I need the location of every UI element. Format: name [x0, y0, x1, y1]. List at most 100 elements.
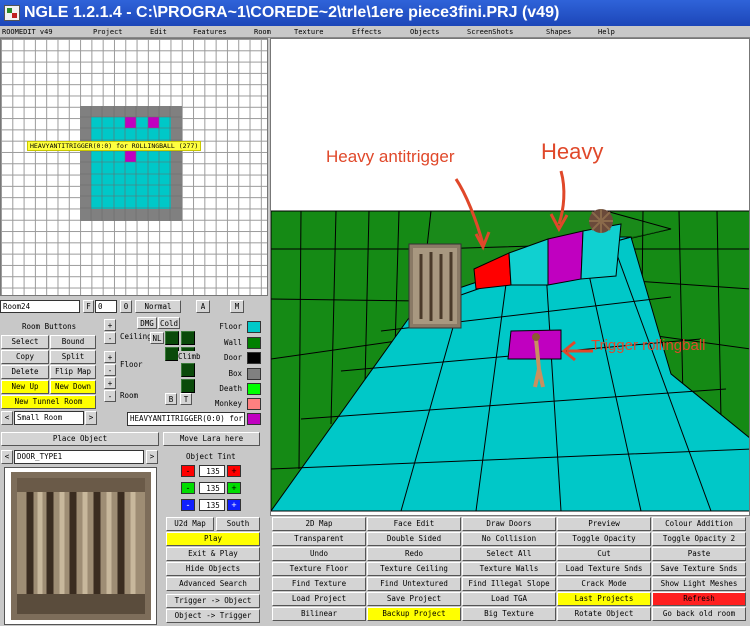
3d-view[interactable]: Heavy antitrigger Heavy Trigger rollingb… — [270, 38, 750, 516]
m-button[interactable]: M — [230, 300, 244, 313]
new-down-button[interactable]: New Down — [50, 380, 96, 394]
floor-minus-button[interactable]: - — [104, 364, 116, 376]
menu-texture[interactable]: Texture — [294, 27, 324, 37]
t-button[interactable]: T — [180, 393, 192, 405]
transparent-button[interactable]: Transparent — [272, 532, 366, 546]
redo-button[interactable]: Redo — [367, 547, 461, 561]
tint-b-plus-button[interactable]: + — [227, 499, 241, 511]
ceiling-minus-button[interactable]: - — [104, 332, 116, 344]
select-all-button[interactable]: Select All — [462, 547, 556, 561]
tint-r-plus-button[interactable]: + — [227, 465, 241, 477]
toggle-opacity-2-button[interactable]: Toggle Opacity 2 — [652, 532, 746, 546]
object-type-field[interactable]: DOOR_TYPE1 — [14, 450, 144, 464]
tint-g-plus-button[interactable]: + — [227, 482, 241, 494]
copy-button[interactable]: Copy — [1, 350, 49, 364]
2d-map-button[interactable]: 2D Map — [272, 517, 366, 531]
tint-b-minus-button[interactable]: - — [181, 499, 195, 511]
texture-tile-2[interactable] — [181, 331, 195, 345]
trigger-field[interactable]: HEAVYANTITRIGGER(0:0) for ROLLINGBALL — [127, 412, 245, 426]
normal-button[interactable]: Normal — [135, 300, 181, 313]
big-texture-button[interactable]: Big Texture — [462, 607, 556, 621]
legend-floor-swatch[interactable] — [247, 321, 261, 333]
floor-plus-button[interactable]: + — [104, 351, 116, 363]
texture-walls-button[interactable]: Texture Walls — [462, 562, 556, 576]
texture-tile-6[interactable] — [181, 379, 195, 393]
delete-button[interactable]: Delete — [1, 365, 49, 379]
legend-monkey-swatch[interactable] — [247, 398, 261, 410]
legend-door-swatch[interactable] — [247, 352, 261, 364]
ceiling-plus-button[interactable]: + — [104, 319, 116, 331]
play-button[interactable]: Play — [166, 532, 260, 546]
show-light-meshes-button[interactable]: Show Light Meshes — [652, 577, 746, 591]
room-plus-button[interactable]: + — [104, 377, 116, 389]
cold-button[interactable]: Cold — [158, 317, 180, 329]
size-next-button[interactable]: > — [85, 411, 97, 425]
no-collision-button[interactable]: No Collision — [462, 532, 556, 546]
draw-doors-button[interactable]: Draw Doors — [462, 517, 556, 531]
menu-screenshots[interactable]: ScreenShots — [467, 27, 513, 37]
load-texture-snds-button[interactable]: Load Texture Snds — [557, 562, 651, 576]
colour-addition-button[interactable]: Colour Addition — [652, 517, 746, 531]
backup-project-button[interactable]: Backup Project — [367, 607, 461, 621]
split-button[interactable]: Split — [50, 350, 96, 364]
exit-play-button[interactable]: Exit & Play — [166, 547, 260, 561]
load-tga-button[interactable]: Load TGA — [462, 592, 556, 606]
menu-effects[interactable]: Effects — [352, 27, 382, 37]
undo-button[interactable]: Undo — [272, 547, 366, 561]
tint-r-field[interactable]: 135 — [199, 465, 225, 477]
menu-shapes[interactable]: Shapes — [546, 27, 571, 37]
texture-floor-button[interactable]: Texture Floor — [272, 562, 366, 576]
face-edit-button[interactable]: Face Edit — [367, 517, 461, 531]
texture-tile-3[interactable] — [165, 347, 179, 361]
hide-objects-button[interactable]: Hide Objects — [166, 562, 260, 576]
object-prev-button[interactable]: < — [1, 450, 13, 464]
rotate-object-button[interactable]: Rotate Object — [557, 607, 651, 621]
texture-ceiling-button[interactable]: Texture Ceiling — [367, 562, 461, 576]
nl-button[interactable]: NL — [150, 332, 164, 344]
room-name-field[interactable]: Room24 — [0, 300, 80, 313]
f-button[interactable]: F — [83, 300, 94, 313]
double-sided-button[interactable]: Double Sided — [367, 532, 461, 546]
cut-button[interactable]: Cut — [557, 547, 651, 561]
find-texture-button[interactable]: Find Texture — [272, 577, 366, 591]
menu-edit[interactable]: Edit — [150, 27, 167, 37]
menu-features[interactable]: Features — [193, 27, 227, 37]
tint-g-field[interactable]: 135 — [199, 482, 225, 494]
south-button[interactable]: South — [216, 517, 260, 531]
tint-b-field[interactable]: 135 — [199, 499, 225, 511]
crack-mode-button[interactable]: Crack Mode — [557, 577, 651, 591]
advanced-search-button[interactable]: Advanced Search — [166, 577, 260, 591]
dmg-button[interactable]: DMG — [137, 317, 157, 329]
preview-button[interactable]: Preview — [557, 517, 651, 531]
room-size-field[interactable]: Small Room — [14, 411, 84, 425]
load-project-button[interactable]: Load Project — [272, 592, 366, 606]
trigger-object-button[interactable]: Trigger -> Object — [166, 594, 260, 608]
legend-box-swatch[interactable] — [247, 368, 261, 380]
b-button[interactable]: B — [165, 393, 177, 405]
menu-help[interactable]: Help — [598, 27, 615, 37]
find-untextured-button[interactable]: Find Untextured — [367, 577, 461, 591]
new-up-button[interactable]: New Up — [1, 380, 49, 394]
last-projects-button[interactable]: Last Projects — [557, 592, 651, 606]
bilinear-button[interactable]: Bilinear — [272, 607, 366, 621]
texture-tile-5[interactable] — [181, 363, 195, 377]
legend-wall-swatch[interactable] — [247, 337, 261, 349]
menu-objects[interactable]: Objects — [410, 27, 440, 37]
move-lara-button[interactable]: Move Lara here — [163, 432, 260, 446]
room-minus-button[interactable]: - — [104, 390, 116, 402]
texture-tile-1[interactable] — [165, 331, 179, 345]
menu-room[interactable]: Room — [254, 27, 271, 37]
legend-trigger-swatch[interactable] — [247, 413, 261, 425]
bound-button[interactable]: Bound — [50, 335, 96, 349]
menu-project[interactable]: Project — [93, 27, 123, 37]
find-illegal-slope-button[interactable]: Find Illegal Slope — [462, 577, 556, 591]
f-value-field[interactable]: 0 — [95, 300, 117, 313]
save-project-button[interactable]: Save Project — [367, 592, 461, 606]
tint-r-minus-button[interactable]: - — [181, 465, 195, 477]
paste-button[interactable]: Paste — [652, 547, 746, 561]
legend-death-swatch[interactable] — [247, 383, 261, 395]
u2d-map-button[interactable]: U2d Map — [166, 517, 214, 531]
toggle-opacity-button[interactable]: Toggle Opacity — [557, 532, 651, 546]
tint-g-minus-button[interactable]: - — [181, 482, 195, 494]
new-tunnel-room-button[interactable]: New Tunnel Room — [1, 395, 96, 409]
